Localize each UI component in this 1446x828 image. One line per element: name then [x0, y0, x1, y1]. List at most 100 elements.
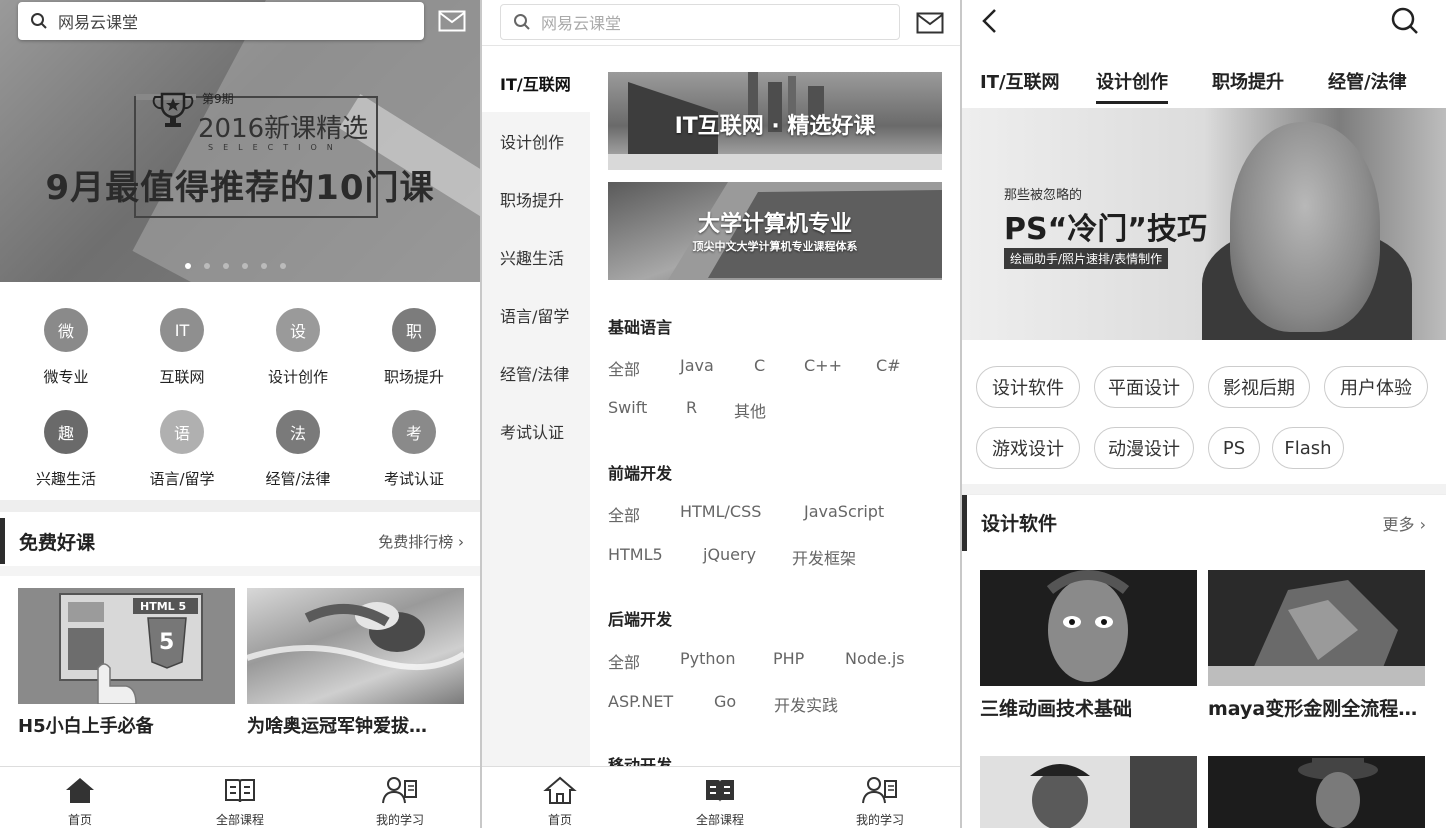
- filter-pill[interactable]: 设计软件: [976, 366, 1080, 408]
- filter-pill[interactable]: 平面设计: [1094, 366, 1194, 408]
- cs-major-banner[interactable]: 大学计算机专业 顶尖中文大学计算机专业课程体系: [608, 182, 942, 280]
- carousel-dot[interactable]: [261, 263, 267, 269]
- category-icon: 法: [276, 410, 320, 454]
- carousel-dot[interactable]: [242, 263, 248, 269]
- tab-label: 全部课程: [215, 813, 264, 827]
- course-title[interactable]: H5小白上手必备: [18, 712, 154, 738]
- sidebar-item-law[interactable]: 经管/法律: [482, 344, 590, 402]
- back-arrow-icon[interactable]: [980, 8, 1000, 34]
- sidebar-item-career[interactable]: 职场提升: [482, 170, 590, 228]
- subcategory-tag[interactable]: 全部: [608, 356, 640, 380]
- group-title: 前端开发: [608, 464, 673, 483]
- banner-year-title: 2016新课精选: [198, 114, 369, 144]
- tab-design[interactable]: 设计创作: [1096, 68, 1168, 104]
- more-link[interactable]: 更多 ›: [1382, 511, 1426, 535]
- subcategory-tag[interactable]: JavaScript: [804, 502, 884, 521]
- subcategory-tag[interactable]: Go: [714, 692, 736, 711]
- tab-law[interactable]: 经管/法律: [1328, 68, 1407, 94]
- subcategory-tag[interactable]: 全部: [608, 502, 640, 526]
- all-courses-screen: 网易云课堂 IT/互联网 设计创作 职场提升 兴趣生活 语言/留学 经管/法律 …: [482, 0, 960, 828]
- category-internet[interactable]: IT 互联网: [124, 308, 240, 387]
- carousel-dots[interactable]: [185, 263, 286, 269]
- subcategory-tag[interactable]: C: [754, 356, 765, 375]
- subcategory-tag[interactable]: C++: [804, 356, 842, 375]
- carousel-dot[interactable]: [204, 263, 210, 269]
- course-thumbnail-maya[interactable]: [1208, 570, 1425, 686]
- tab-it[interactable]: IT/互联网: [980, 68, 1060, 94]
- course-title[interactable]: 为啥奥运冠军钟爱拔…: [247, 712, 427, 738]
- filter-pill[interactable]: 动漫设计: [1094, 427, 1194, 469]
- category-hobby[interactable]: 趣 兴趣生活: [8, 410, 124, 489]
- book-icon: [706, 780, 734, 802]
- category-icon: 设: [276, 308, 320, 352]
- subcategory-tag[interactable]: 其他: [734, 398, 766, 422]
- filter-pill[interactable]: 影视后期: [1208, 366, 1310, 408]
- sidebar-item-language[interactable]: 语言/留学: [482, 286, 590, 344]
- subcategory-tag[interactable]: HTML/CSS: [680, 502, 761, 521]
- course-thumbnail-character[interactable]: [1208, 756, 1425, 828]
- free-ranking-link[interactable]: 免费排行榜 ›: [378, 531, 464, 552]
- issue-label: 第9期: [202, 92, 234, 106]
- subcategory-tag[interactable]: 开发框架: [792, 545, 856, 569]
- category-career[interactable]: 职 职场提升: [356, 308, 472, 387]
- subcategory-tag[interactable]: jQuery: [703, 545, 756, 564]
- tab-home[interactable]: 首页: [500, 775, 620, 828]
- subcategory-tag[interactable]: ASP.NET: [608, 692, 673, 711]
- filter-pill[interactable]: 用户体验: [1324, 366, 1428, 408]
- sidebar-item-design[interactable]: 设计创作: [482, 112, 590, 170]
- hat-character-illustration: [1298, 758, 1378, 828]
- category-design[interactable]: 设 设计创作: [240, 308, 356, 387]
- carousel-dot[interactable]: [185, 263, 191, 269]
- mail-icon[interactable]: [438, 10, 466, 32]
- filter-pill[interactable]: PS: [1208, 427, 1260, 469]
- banner-headline: 9月最值得推荐的10门课: [45, 168, 435, 208]
- category-micro-major[interactable]: 微 微专业: [8, 308, 124, 387]
- mail-icon[interactable]: [916, 12, 944, 34]
- subcategory-tag[interactable]: R: [686, 398, 697, 417]
- sidebar-item-exam[interactable]: 考试认证: [482, 402, 590, 460]
- subcategory-tag[interactable]: Java: [680, 356, 714, 375]
- course-thumbnail-swim[interactable]: [247, 588, 464, 704]
- subcategory-tag[interactable]: HTML5: [608, 545, 663, 564]
- tab-career[interactable]: 职场提升: [1212, 68, 1284, 94]
- subcategory-tag[interactable]: Swift: [608, 398, 647, 417]
- subcategory-tag[interactable]: C#: [876, 356, 901, 375]
- subcategory-tag[interactable]: PHP: [773, 649, 804, 668]
- tab-my-study[interactable]: 我的学习: [340, 775, 460, 828]
- category-label: 语言/留学: [149, 470, 215, 488]
- category-law[interactable]: 法 经管/法律: [240, 410, 356, 489]
- course-thumbnail-3d-animation[interactable]: [980, 570, 1197, 686]
- course-title[interactable]: maya变形金刚全流程…: [1208, 694, 1417, 721]
- tab-all-courses[interactable]: 全部课程: [660, 775, 780, 828]
- subcategory-tag[interactable]: 开发实践: [774, 692, 838, 716]
- course-title[interactable]: 三维动画技术基础: [980, 694, 1132, 721]
- course-thumbnail-comic[interactable]: [980, 756, 1197, 828]
- carousel-dot[interactable]: [223, 263, 229, 269]
- free-ranking-label: 免费排行榜: [378, 532, 454, 551]
- subcategory-tag[interactable]: 全部: [608, 649, 640, 673]
- tab-all-courses[interactable]: 全部课程: [180, 775, 300, 828]
- sidebar-item-hobby[interactable]: 兴趣生活: [482, 228, 590, 286]
- sidebar-item-it[interactable]: IT/互联网: [482, 54, 590, 112]
- subcategory-tag[interactable]: Node.js: [845, 649, 905, 668]
- home-icon: [543, 776, 577, 804]
- search-icon: [31, 13, 47, 29]
- tab-my-study[interactable]: 我的学习: [820, 775, 940, 828]
- filter-pill[interactable]: Flash: [1272, 427, 1344, 469]
- comic-illustration: [980, 756, 1197, 828]
- category-language[interactable]: 语 语言/留学: [124, 410, 240, 489]
- subcategory-tag[interactable]: Python: [680, 649, 735, 668]
- category-exam[interactable]: 考 考试认证: [356, 410, 472, 489]
- search-input[interactable]: 网易云课堂: [500, 4, 900, 40]
- course-thumbnail-h5[interactable]: HTML 5 5: [18, 588, 235, 704]
- tab-home[interactable]: 首页: [20, 775, 140, 828]
- carousel-dot[interactable]: [280, 263, 286, 269]
- search-icon[interactable]: [1390, 6, 1420, 36]
- promo-banner[interactable]: 第9期 2016新课精选 SELECTION 9月最值得推荐的10门课: [0, 0, 480, 282]
- it-featured-banner[interactable]: IT互联网 · 精选好课: [608, 72, 942, 170]
- search-input[interactable]: 网易云课堂: [18, 2, 424, 40]
- section-marker: [962, 494, 967, 551]
- ps-tips-banner[interactable]: 那些被忽略的 PS“冷门”技巧 绘画助手/照片速排/表情制作: [962, 108, 1446, 340]
- filter-pill[interactable]: 游戏设计: [976, 427, 1080, 469]
- category-label: 设计创作: [267, 368, 328, 386]
